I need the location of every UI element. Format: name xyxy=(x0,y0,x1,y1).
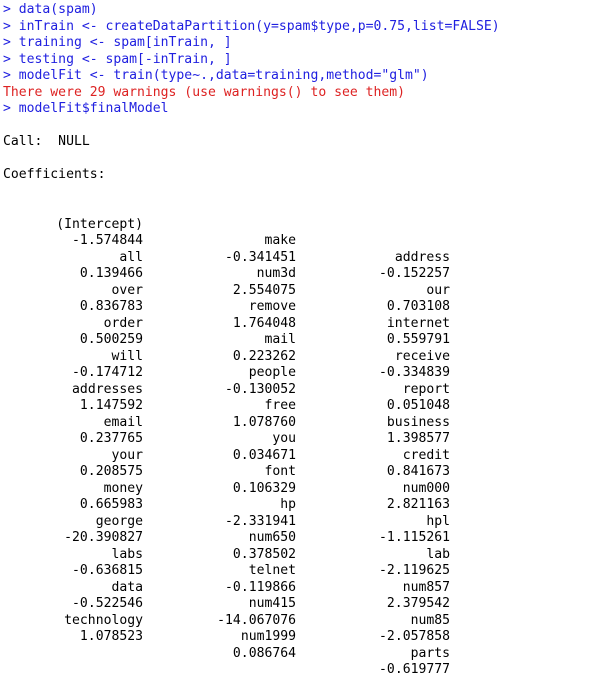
console-command-line: > modelFit$finalModel xyxy=(3,101,169,116)
console-command-line: > inTrain <- createDataPartition(y=spam$… xyxy=(3,18,500,34)
console-command-line: > modelFit <- train(type~.,data=training… xyxy=(3,68,429,83)
coefficient-value-row: 0.836783 1.764048 0.559791 xyxy=(3,266,616,347)
coefficient-value: -2.057858 xyxy=(379,629,450,644)
console-warning-message: There were 29 warnings (use warnings() t… xyxy=(3,84,406,100)
coefficient-name-row: technology num1999 parts xyxy=(3,580,616,661)
coefficient-name-row: will people report xyxy=(3,316,616,397)
coefficient-name-row: email you credit xyxy=(3,382,616,463)
coefficient-value-row: -0.174712 -0.130052 0.051048 xyxy=(3,332,616,413)
console-command-line: > data(spam) xyxy=(3,2,98,17)
coefficient-value: -0.619777 xyxy=(379,662,450,677)
coefficient-name-row: george num650 lab xyxy=(3,481,616,562)
coefficient-name-row: labs telnet num857 xyxy=(3,514,616,595)
coefficient-value: -14.067076 xyxy=(217,612,296,628)
console-command-line: > training <- spam[inTrain, ] xyxy=(3,35,232,50)
coefficient-name-row: your font num000 xyxy=(3,415,616,496)
coefficient-name: num1999 xyxy=(240,629,296,644)
coefficient-value-row: 1.078523 0.086764 -0.619777 xyxy=(3,596,616,677)
coefficient-name-row: (Intercept) make address xyxy=(3,184,616,265)
coefficient-name-row: money hp hpl xyxy=(3,448,616,529)
coefficient-value: 0.086764 xyxy=(232,645,296,661)
console-output-stream: > data(spam) > inTrain <- createDataPart… xyxy=(3,2,616,678)
model-call-line: Call: NULL xyxy=(3,134,90,149)
coefficient-name-row: addresses free business xyxy=(3,349,616,430)
coefficient-name-row: all num3d our xyxy=(3,217,616,298)
coefficient-name-row: over remove internet xyxy=(3,250,616,331)
coefficient-value-row: -20.390827 0.378502 -2.119625 xyxy=(3,497,616,578)
coefficient-value-row: 0.665983 -2.331941 -1.115261 xyxy=(3,464,616,545)
coefficient-name-row: order mail receive xyxy=(3,283,616,364)
coefficient-value-row: -0.636815 -0.119866 2.379542 xyxy=(3,530,616,611)
coefficient-value-row: 0.208575 0.106329 2.821163 xyxy=(3,431,616,512)
r-console[interactable]: > data(spam) > inTrain <- createDataPart… xyxy=(0,0,616,677)
coefficient-name: parts xyxy=(410,645,450,661)
coefficient-value-row: -1.574844 -0.341451 -0.152257 xyxy=(3,200,616,281)
console-command-line: > testing <- spam[-inTrain, ] xyxy=(3,51,232,67)
coefficient-name-row: data num415 num85 xyxy=(3,547,616,628)
coefficients-header: Coefficients: xyxy=(3,167,106,182)
coefficient-value-row: -0.522546 -14.067076 -2.057858 xyxy=(3,563,616,644)
coefficient-value: 1.078523 xyxy=(79,629,143,644)
coefficients-table: (Intercept) make address -1.574844 -0.34… xyxy=(3,184,616,678)
coefficient-value-row: 1.147592 1.078760 1.398577 xyxy=(3,365,616,446)
coefficient-name: num85 xyxy=(410,612,450,628)
coefficient-value-row: 0.500259 0.223262 -0.334839 xyxy=(3,299,616,380)
coefficient-value-row: 0.139466 2.554075 0.703108 xyxy=(3,233,616,314)
coefficient-value-row: 0.237765 0.034671 0.841673 xyxy=(3,398,616,479)
